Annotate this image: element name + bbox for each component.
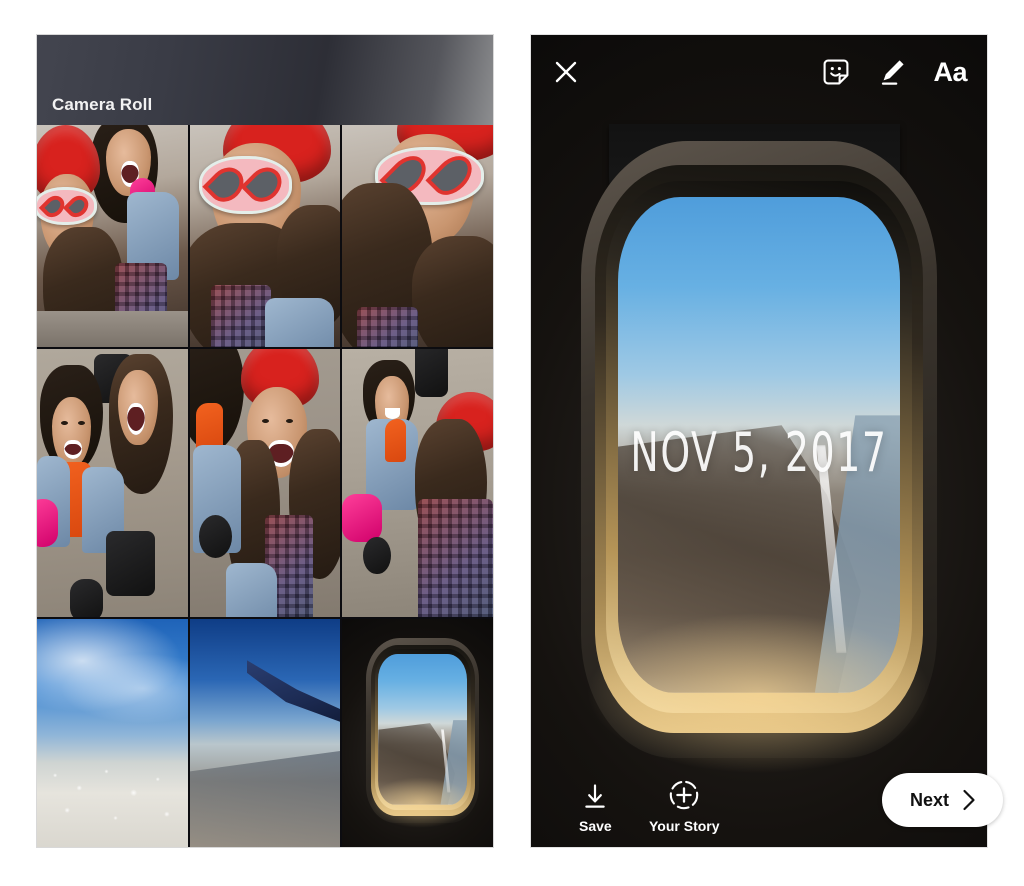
- save-button[interactable]: Save: [579, 782, 612, 833]
- save-label: Save: [579, 818, 612, 834]
- your-story-button[interactable]: Your Story: [649, 778, 720, 833]
- thumbnail-image: [189, 619, 341, 847]
- thumbnail-image: [342, 619, 493, 847]
- editor-toolbar: Aa: [531, 35, 987, 121]
- sticker-button[interactable]: [821, 57, 851, 87]
- date-text-overlay[interactable]: NOV 5, 2017: [581, 421, 937, 484]
- thumbnail-image: [37, 125, 188, 347]
- thumbnail-image: [189, 349, 341, 617]
- close-button[interactable]: [553, 59, 579, 85]
- camera-roll-panel: Camera Roll: [36, 34, 494, 848]
- gallery-thumbnail[interactable]: [189, 619, 341, 847]
- thumbnail-image: [342, 349, 493, 617]
- thumbnail-image: [37, 619, 188, 847]
- gallery-thumbnail[interactable]: [37, 125, 188, 347]
- next-label: Next: [909, 789, 949, 810]
- screenshot-root: Camera Roll NOV 5, 2017 Aa Save Your Sto…: [0, 0, 1024, 886]
- gallery-thumbnail[interactable]: [37, 619, 188, 847]
- camera-roll-title: Camera Roll: [52, 95, 153, 114]
- thumbnail-image: [342, 125, 493, 347]
- text-tool-label: Aa: [933, 56, 967, 87]
- marker-pen-icon: [882, 60, 905, 85]
- gallery-thumbnail[interactable]: [189, 349, 341, 617]
- cloud-specks: [37, 753, 188, 847]
- camera-roll-header[interactable]: Camera Roll: [37, 35, 493, 125]
- thumbnail-image: [37, 349, 188, 617]
- airplane-wing: [246, 660, 341, 726]
- chevron-right-icon: [963, 789, 975, 811]
- next-button[interactable]: Next: [881, 773, 1003, 827]
- gallery-thumbnail[interactable]: [342, 349, 493, 617]
- thumbnail-image: [189, 125, 341, 347]
- gallery-thumbnail-selected[interactable]: [342, 619, 493, 847]
- gallery-thumbnail[interactable]: [342, 125, 493, 347]
- download-arrow-icon: [585, 784, 606, 808]
- draw-button[interactable]: [877, 57, 907, 87]
- close-icon: [555, 61, 577, 83]
- story-media-canvas[interactable]: NOV 5, 2017 Aa Save Your Story: [531, 35, 987, 847]
- add-to-story-icon: [670, 780, 699, 810]
- story-editor-panel: NOV 5, 2017 Aa Save Your Story Next: [530, 34, 1003, 848]
- text-tool-button[interactable]: Aa: [933, 56, 967, 87]
- gallery-thumbnail[interactable]: [189, 125, 341, 347]
- your-story-label: Your Story: [649, 818, 720, 834]
- gallery-thumbnail[interactable]: [37, 349, 188, 617]
- camera-roll-grid: [37, 125, 493, 847]
- sticker-smiley-icon: [824, 59, 849, 85]
